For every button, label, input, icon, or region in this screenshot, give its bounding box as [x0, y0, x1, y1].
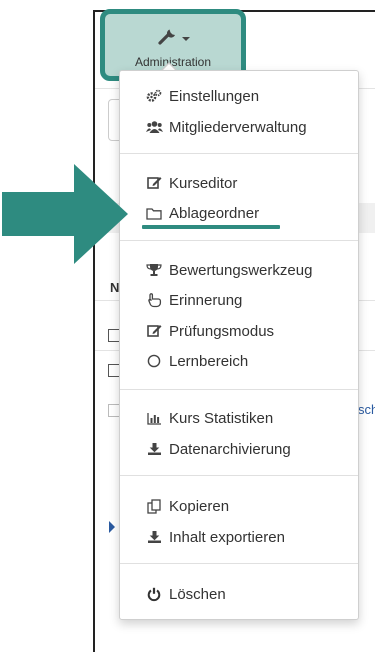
link-fragment[interactable]: sch: [358, 402, 375, 417]
menu-divider: [120, 563, 358, 564]
menu-item-label: Kopieren: [169, 497, 230, 515]
column-header-fragment: N: [110, 280, 120, 295]
menu-item-ablageordner[interactable]: Ablageordner: [145, 202, 259, 224]
download-icon: [145, 529, 163, 545]
menu-item-loeschen[interactable]: Löschen: [145, 583, 226, 605]
power-icon: [145, 586, 163, 602]
menu-divider: [120, 389, 358, 390]
highlight-underline: [142, 225, 280, 229]
download-icon: [145, 441, 163, 457]
circle-icon: [145, 353, 163, 369]
administration-menu: Einstellungen Mitgliederverwaltung Kurse…: [119, 70, 359, 620]
menu-item-label: Datenarchivierung: [169, 440, 291, 458]
copy-icon: [145, 498, 163, 514]
menu-divider: [120, 240, 358, 241]
chevron-down-icon: [181, 29, 190, 47]
menu-item-bewertungswerkzeug[interactable]: Bewertungswerkzeug: [145, 259, 312, 281]
menu-item-label: Erinnerung: [169, 291, 243, 309]
menu-item-pruefungsmodus[interactable]: Prüfungsmodus: [145, 320, 274, 342]
wrench-icon: [157, 26, 179, 51]
menu-item-einstellungen[interactable]: Einstellungen: [145, 85, 259, 107]
menu-item-kurs-statistiken[interactable]: Kurs Statistiken: [145, 407, 273, 429]
users-icon: [145, 119, 163, 135]
edit-icon: [145, 323, 163, 339]
cogs-icon: [145, 88, 163, 104]
folder-icon: [145, 205, 163, 221]
menu-item-label: Ablageordner: [169, 204, 260, 222]
menu-item-kurseditor[interactable]: Kurseditor: [145, 172, 237, 194]
menu-divider: [120, 475, 358, 476]
edit-icon: [145, 175, 163, 191]
menu-item-label: Löschen: [169, 585, 226, 603]
menu-item-lernbereich[interactable]: Lernbereich: [145, 350, 248, 372]
annotation-arrow-icon: [2, 164, 130, 269]
menu-item-label: Lernbereich: [169, 352, 249, 370]
menu-item-kopieren[interactable]: Kopieren: [145, 495, 229, 517]
menu-item-datenarchivierung[interactable]: Datenarchivierung: [145, 438, 291, 460]
menu-item-inhalt-exportieren[interactable]: Inhalt exportieren: [145, 526, 285, 548]
menu-item-label: Bewertungswerkzeug: [169, 261, 313, 279]
menu-item-label: Prüfungsmodus: [169, 322, 275, 340]
trophy-icon: [145, 262, 163, 278]
menu-item-mitgliederverwaltung[interactable]: Mitgliederverwaltung: [145, 116, 307, 138]
menu-item-label: Kurseditor: [169, 174, 238, 192]
expand-caret-icon[interactable]: [109, 521, 115, 533]
hand-pointer-icon: [145, 292, 163, 308]
menu-item-label: Kurs Statistiken: [169, 409, 274, 427]
menu-item-label: Einstellungen: [169, 87, 260, 105]
admin-icon-row: [157, 26, 190, 51]
menu-item-label: Inhalt exportieren: [169, 528, 285, 546]
menu-item-erinnerung[interactable]: Erinnerung: [145, 289, 242, 311]
bar-chart-icon: [145, 410, 163, 426]
menu-divider: [120, 153, 358, 154]
menu-item-label: Mitgliederverwaltung: [169, 118, 307, 136]
